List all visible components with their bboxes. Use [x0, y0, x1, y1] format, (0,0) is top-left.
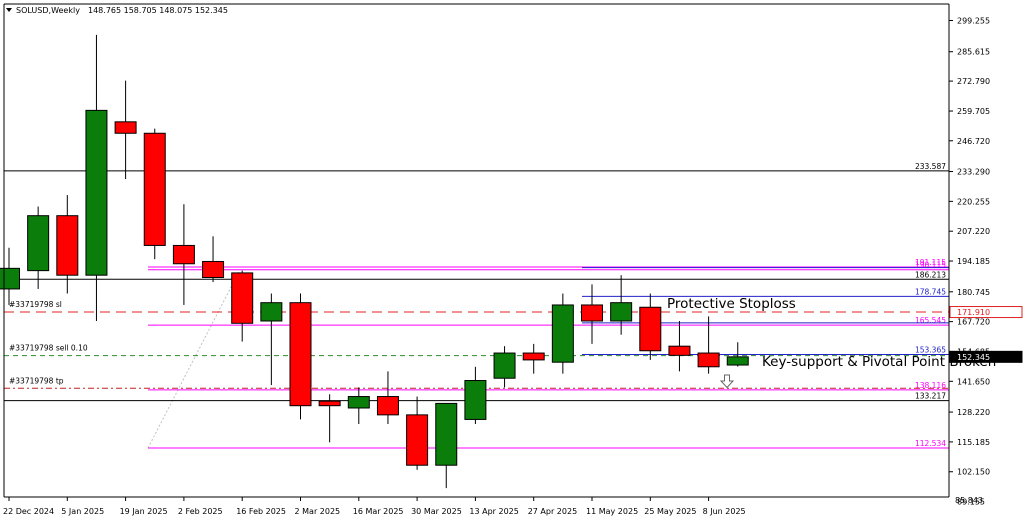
y-tick-label: 246.720 — [957, 137, 990, 146]
y-tick-label: 102.150 — [957, 468, 990, 477]
y-tick-label: 180.745 — [957, 288, 990, 297]
x-tick-label: 22 Dec 2024 — [3, 507, 54, 516]
candle-body — [260, 302, 283, 322]
x-tick-label: 5 Jan 2025 — [61, 507, 104, 516]
chart-header: SOLUSD,Weekly 148.765 158.705 148.075 15… — [6, 6, 228, 15]
sl-tag-label: 171.910 — [957, 308, 990, 317]
x-tick-label: 16 Mar 2025 — [353, 507, 404, 516]
candle-body — [464, 380, 487, 420]
y-tick-label: 167.720 — [957, 318, 990, 327]
candle-body — [56, 215, 79, 276]
y-axis-bottom-label: 85.843 — [955, 496, 983, 505]
candle-body — [202, 260, 225, 278]
x-tick-label: 30 Mar 2025 — [411, 507, 462, 516]
y-tick-label: 285.615 — [957, 48, 990, 57]
tp-line-label: #33719798 tp — [9, 376, 64, 385]
candle — [551, 293, 574, 374]
candle — [289, 293, 312, 420]
y-tick-label: 299.255 — [957, 17, 990, 26]
entry-line-label: #33719798 sell 0.10 — [9, 344, 88, 353]
level-112-label: 112.534 — [915, 439, 946, 448]
level-178-label: 178.745 — [915, 287, 946, 296]
candle-body — [435, 402, 458, 466]
x-tick-label: 11 May 2025 — [586, 507, 638, 516]
x-tick-label: 2 Mar 2025 — [295, 507, 341, 516]
level-133-label: 133.217 — [915, 392, 946, 401]
candle-body — [27, 215, 50, 272]
protective-stoploss-text: Protective Stoploss — [667, 296, 796, 312]
candle-body — [376, 396, 399, 416]
candle-body — [231, 272, 254, 324]
y-tick-label: 115.185 — [957, 438, 990, 447]
candle-body — [639, 306, 662, 352]
candle-body — [406, 414, 429, 466]
y-tick-label: 220.255 — [957, 197, 990, 206]
candle-body — [581, 304, 603, 322]
x-tick-label: 19 Jan 2025 — [120, 507, 168, 516]
candle-body — [143, 132, 166, 246]
candle-body — [493, 352, 516, 379]
y-tick-label: 259.705 — [957, 107, 990, 116]
level-186-label: 186.213 — [915, 270, 946, 279]
y-tick-label: 141.650 — [957, 377, 990, 386]
candle-body — [551, 304, 574, 363]
level-190-lower-label: 190.115 — [915, 261, 946, 270]
candle-body — [522, 352, 545, 361]
candle-body — [85, 109, 108, 276]
sl-line-label: #33719798 sl — [9, 300, 62, 309]
chart-ohlc-label: 148.765 158.705 148.075 152.345 — [88, 6, 228, 15]
candle-body — [289, 302, 312, 407]
candlestick-chart[interactable]: 233.587186.213133.217191.115190.115165.5… — [0, 0, 1024, 522]
candle-body — [347, 396, 370, 409]
candle — [143, 128, 166, 260]
y-tick-label: 194.185 — [957, 257, 990, 266]
x-tick-label: 8 Jun 2025 — [703, 507, 746, 516]
candle-body — [0, 267, 20, 290]
x-tick-label: 27 Apr 2025 — [528, 507, 577, 516]
chart-background — [0, 0, 1024, 522]
candle-body — [697, 352, 720, 368]
y-tick-label: 233.290 — [957, 168, 990, 177]
chart-window[interactable]: 233.587 186.213 133.217 191.115 190.115 165.5… — [0, 0, 1024, 522]
x-tick-label: 13 Apr 2025 — [469, 507, 518, 516]
candle-body — [726, 356, 749, 366]
candle-body — [172, 244, 195, 265]
candle-body — [114, 121, 137, 134]
level-165-label: 165.545 — [915, 316, 946, 325]
y-tick-label: 272.790 — [957, 77, 990, 86]
chart-symbol-label: SOLUSD,Weekly — [16, 6, 80, 15]
candle-body — [610, 302, 633, 322]
y-tick-label: 128.220 — [957, 408, 990, 417]
x-tick-label: 25 May 2025 — [644, 507, 696, 516]
y-tick-label: 207.220 — [957, 227, 990, 236]
level-233-label: 233.587 — [915, 162, 946, 171]
candle-body — [318, 400, 341, 407]
candle-body — [668, 345, 691, 356]
x-tick-label: 16 Feb 2025 — [236, 507, 286, 516]
x-tick-label: 2 Feb 2025 — [178, 507, 223, 516]
current-tag-label: 152.345 — [957, 353, 990, 362]
